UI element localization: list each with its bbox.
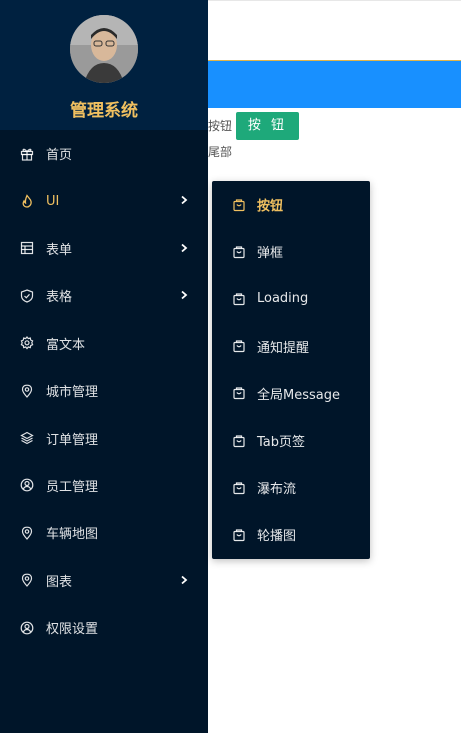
submenu-item-label: 按钮: [257, 199, 284, 215]
location-icon: [20, 573, 34, 588]
submenu-item-waterfall[interactable]: 瀑布流: [212, 464, 370, 511]
sidebar-item-order[interactable]: 订单管理: [0, 414, 208, 461]
sidebar-item-label: 权限设置: [46, 622, 99, 638]
sidebar-item-vehicle-map[interactable]: 车辆地图: [0, 509, 208, 556]
submenu-item-label: 弹框: [257, 246, 284, 262]
submenu-item-label: Tab页签: [257, 435, 306, 451]
chevron-right-icon: [181, 243, 188, 252]
primary-button[interactable]: 按 钮: [236, 112, 299, 140]
sidebar-item-staff[interactable]: 员工管理: [0, 462, 208, 509]
sidebar: 管理系统 首页 UI 表单 表格 富文本 城市管理 订单管理 员工管理 车辆地图…: [0, 0, 208, 733]
chevron-right-icon: [181, 196, 188, 205]
button-text-label: 按钮: [208, 119, 233, 133]
shopping-bag-icon: [232, 481, 246, 495]
user-circle-icon: [20, 621, 34, 635]
chevron-right-icon: [181, 575, 188, 584]
submenu-item-label: 全局Message: [257, 387, 340, 403]
sidebar-item-label: 订单管理: [46, 432, 99, 448]
gift-icon: [20, 147, 34, 161]
sidebar-item-label: UI: [46, 193, 60, 209]
submenu-item-loading[interactable]: Loading: [212, 275, 370, 322]
gear-icon: [20, 336, 34, 350]
sidebar-item-city[interactable]: 城市管理: [0, 367, 208, 414]
submenu-item-label: 通知提醒: [257, 340, 310, 356]
avatar-image: [70, 15, 138, 83]
sidebar-item-form[interactable]: 表单: [0, 225, 208, 272]
location-icon: [20, 526, 34, 540]
sidebar-item-label: 表单: [46, 242, 73, 258]
chevron-right-icon: [181, 290, 188, 300]
sidebar-item-chart[interactable]: 图表: [0, 557, 208, 604]
sidebar-item-rich-text[interactable]: 富文本: [0, 320, 208, 367]
sidebar-item-label: 车辆地图: [46, 527, 99, 543]
page-header: [208, 0, 461, 60]
sidebar-item-label: 城市管理: [46, 385, 99, 401]
shopping-bag-icon: [232, 198, 246, 212]
footer-label: 尾部: [208, 145, 233, 159]
fire-icon: [20, 194, 34, 208]
sidebar-item-label: 图表: [46, 574, 73, 590]
sidebar-menu: 首页 UI 表单 表格 富文本 城市管理 订单管理 员工管理 车辆地图 图表 权…: [0, 130, 208, 651]
submenu-item-button[interactable]: 按钮: [212, 181, 370, 228]
avatar: [70, 15, 138, 83]
submenu-item-notification[interactable]: 通知提醒: [212, 323, 370, 370]
sidebar-item-table[interactable]: 表格: [0, 272, 208, 319]
brand-title: 管理系统: [70, 101, 138, 121]
location-icon: [20, 384, 34, 398]
submenu-item-label: Loading: [257, 291, 309, 307]
sidebar-item-label: 员工管理: [46, 479, 99, 495]
submenu-item-modal[interactable]: 弹框: [212, 228, 370, 275]
user-circle-icon: [20, 478, 34, 492]
shopping-bag-icon: [232, 528, 246, 542]
layers-icon: [20, 431, 34, 445]
shield-check-icon: [20, 289, 34, 303]
sidebar-item-home[interactable]: 首页: [0, 130, 208, 177]
sidebar-item-ui[interactable]: UI: [0, 177, 208, 224]
shopping-bag-icon: [232, 245, 246, 259]
submenu-item-tabs[interactable]: Tab页签: [212, 417, 370, 464]
ui-submenu-popup: 按钮 弹框 Loading 通知提醒 全局Message Tab页签 瀑布流 轮…: [212, 181, 370, 559]
blue-banner: [208, 60, 461, 108]
sidebar-item-label: 富文本: [46, 337, 86, 353]
shopping-bag-icon: [232, 339, 246, 353]
shopping-bag-icon: [232, 292, 246, 306]
sidebar-item-label: 首页: [46, 148, 73, 164]
table-icon: [20, 241, 34, 255]
submenu-item-label: 轮播图: [257, 529, 297, 545]
sidebar-header: 管理系统: [0, 0, 208, 130]
submenu-item-label: 瀑布流: [257, 482, 297, 498]
sidebar-item-label: 表格: [46, 290, 73, 306]
submenu-item-message[interactable]: 全局Message: [212, 370, 370, 417]
submenu-item-carousel[interactable]: 轮播图: [212, 511, 370, 558]
shopping-bag-icon: [232, 386, 246, 400]
shopping-bag-icon: [232, 434, 246, 448]
sidebar-item-permission[interactable]: 权限设置: [0, 604, 208, 651]
